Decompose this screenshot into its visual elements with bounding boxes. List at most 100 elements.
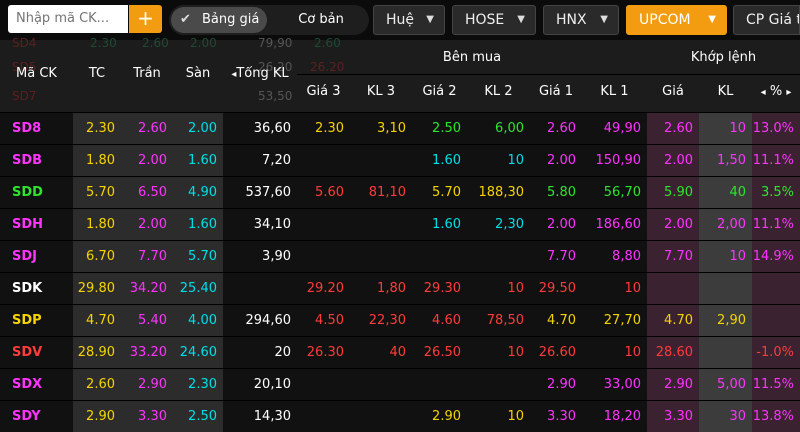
cell-tc: 1.80 xyxy=(73,209,121,240)
cell-total: 20 xyxy=(223,337,297,368)
cell-gia3 xyxy=(297,209,350,240)
chevron-down-icon: ▼ xyxy=(426,14,434,25)
table-row[interactable]: SDJ 6.70 7.70 5.70 3,90 7.70 8,80 7.70 10 14.9% xyxy=(0,241,800,272)
view-price-board-button[interactable]: ✔ Bảng giá xyxy=(171,7,267,33)
cell-gia1: 2.00 xyxy=(530,145,582,176)
cell-symbol[interactable]: SDV xyxy=(0,337,73,368)
cell-gia3: 26.30 xyxy=(297,337,350,368)
col-header-kl3[interactable]: KL 3 xyxy=(350,84,412,99)
view-basic-button[interactable]: Cơ bản xyxy=(279,7,363,33)
cell-tran: 6.50 xyxy=(121,177,173,208)
table-row[interactable]: SDY 2.90 3.30 2.50 14,30 2.90 10 3.30 18,20 3.30 3… xyxy=(0,401,800,432)
cell-total: 294,60 xyxy=(223,305,297,336)
col-header-tong-kl[interactable]: ◂Tổng KL xyxy=(223,66,297,81)
tab-hue[interactable]: Huệ ▼ xyxy=(373,5,445,35)
cell-kl3: 3,10 xyxy=(350,113,412,144)
cell-gia1: 2.60 xyxy=(530,113,582,144)
tab-hose[interactable]: HOSE ▼ xyxy=(452,5,536,35)
cell-san: 2.50 xyxy=(173,401,223,432)
table-row[interactable]: SDB 1.80 2.00 1.60 7,20 1.60 10 2.00 150,90 2.00 1… xyxy=(0,145,800,176)
cell-gia1: 5.80 xyxy=(530,177,582,208)
table-row[interactable]: SDV 28.90 33.20 24.60 20 26.30 40 26.50 10 26.60 1… xyxy=(0,337,800,368)
col-header-tc[interactable]: TC xyxy=(73,66,121,81)
table-row[interactable]: SDK 29.80 34.20 25.40 29.20 1,80 29.30 10 29.50 1… xyxy=(0,273,800,304)
cell-gia: 2.90 xyxy=(647,369,699,400)
arrow-right-icon[interactable]: ▸ xyxy=(786,87,791,98)
tab-cp-gia[interactable]: CP Giá t xyxy=(733,5,800,35)
chevron-down-icon: ▼ xyxy=(600,14,608,25)
table-row[interactable]: SD8 2.30 2.60 2.00 36,60 2.30 3,10 2.50 6,00 2.60… xyxy=(0,113,800,144)
cell-gia: 5.90 xyxy=(647,177,699,208)
cell-symbol[interactable]: SD8 xyxy=(0,113,73,144)
col-header-pct[interactable]: ◂ % ▸ xyxy=(752,84,800,99)
arrow-left-icon[interactable]: ◂ xyxy=(761,87,766,98)
cell-pct xyxy=(752,273,800,304)
cell-symbol[interactable]: SDX xyxy=(0,369,73,400)
checkmark-icon: ✔ xyxy=(180,12,191,27)
cell-gia2 xyxy=(412,369,467,400)
cell-kl2: 6,00 xyxy=(467,113,530,144)
cell-symbol[interactable]: SDH xyxy=(0,209,73,240)
add-symbol-button[interactable]: + xyxy=(129,5,162,33)
cell-kl1: 10 xyxy=(582,337,647,368)
table-row[interactable]: SDX 2.60 2.90 2.30 20,10 2.90 33,00 2.90 5,00 11.… xyxy=(0,369,800,400)
cell-kl2: 78,50 xyxy=(467,305,530,336)
cell-symbol[interactable]: SDK xyxy=(0,273,73,304)
col-header-gia[interactable]: Giá xyxy=(647,84,699,99)
cell-gia3 xyxy=(297,241,350,272)
cell-total: 34,10 xyxy=(223,209,297,240)
table-row[interactable]: SDP 4.70 5.40 4.00 294,60 4.50 22,30 4.60 78,50 4… xyxy=(0,305,800,336)
cell-kl xyxy=(699,273,752,304)
cell-gia: 2.60 xyxy=(647,113,699,144)
ghost-tc: 2.30 xyxy=(90,36,117,50)
col-header-kl[interactable]: KL xyxy=(699,84,752,99)
cell-kl3: 81,10 xyxy=(350,177,412,208)
cell-gia2: 4.60 xyxy=(412,305,467,336)
cell-symbol[interactable]: SDP xyxy=(0,305,73,336)
cell-gia1: 29.50 xyxy=(530,273,582,304)
cell-pct: 11.1% xyxy=(752,209,800,240)
cell-total xyxy=(223,273,297,304)
symbol-search-input[interactable] xyxy=(14,10,126,27)
col-header-ma-ck[interactable]: Mã CK xyxy=(0,66,73,81)
table-row[interactable]: SDD 5.70 6.50 4.90 537,60 5.60 81,10 5.70 188,30… xyxy=(0,177,800,208)
table-row[interactable]: SDH 1.80 2.00 1.60 34,10 1.60 2,30 2.00 186,60 2.… xyxy=(0,209,800,240)
col-header-tran[interactable]: Trần xyxy=(121,66,173,81)
cell-gia: 28.60 xyxy=(647,337,699,368)
ghost-gia3: 2.60 xyxy=(314,36,341,50)
cell-kl1: 10 xyxy=(582,273,647,304)
cell-symbol[interactable]: SDY xyxy=(0,401,73,432)
cell-tran: 5.40 xyxy=(121,305,173,336)
cell-gia3: 5.60 xyxy=(297,177,350,208)
cell-gia2: 29.30 xyxy=(412,273,467,304)
col-header-pct-label: % xyxy=(769,84,783,99)
cell-kl: 10 xyxy=(699,241,752,272)
cell-kl3 xyxy=(350,241,412,272)
col-header-kl1[interactable]: KL 1 xyxy=(582,84,647,99)
search-box[interactable] xyxy=(8,5,128,33)
cell-gia: 2.00 xyxy=(647,209,699,240)
col-header-gia2[interactable]: Giá 2 xyxy=(412,84,467,99)
col-header-gia1[interactable]: Giá 1 xyxy=(530,84,582,99)
tab-upcom[interactable]: UPCOM ▼ xyxy=(626,5,727,35)
cell-gia1: 2.90 xyxy=(530,369,582,400)
cell-symbol[interactable]: SDB xyxy=(0,145,73,176)
cell-tc: 4.70 xyxy=(73,305,121,336)
cell-symbol[interactable]: SDJ xyxy=(0,241,73,272)
col-header-gia3[interactable]: Giá 3 xyxy=(297,84,350,99)
col-header-kl2[interactable]: KL 2 xyxy=(467,84,530,99)
cell-san: 2.30 xyxy=(173,369,223,400)
cell-kl3: 40 xyxy=(350,337,412,368)
cell-gia2: 2.50 xyxy=(412,113,467,144)
cell-gia: 4.70 xyxy=(647,305,699,336)
cell-symbol[interactable]: SDD xyxy=(0,177,73,208)
cell-gia xyxy=(647,273,699,304)
tab-hnx[interactable]: HNX ▼ xyxy=(543,5,619,35)
toolbar: + ✔ Bảng giá Cơ bản Huệ ▼ HOSE ▼ HNX ▼ U… xyxy=(0,0,800,40)
cell-tran: 33.20 xyxy=(121,337,173,368)
col-header-san[interactable]: Sàn xyxy=(173,66,223,81)
cell-kl: 30 xyxy=(699,401,752,432)
cell-kl3: 22,30 xyxy=(350,305,412,336)
cell-tran: 2.00 xyxy=(121,209,173,240)
ghost-symbol: SD7 xyxy=(12,89,37,103)
